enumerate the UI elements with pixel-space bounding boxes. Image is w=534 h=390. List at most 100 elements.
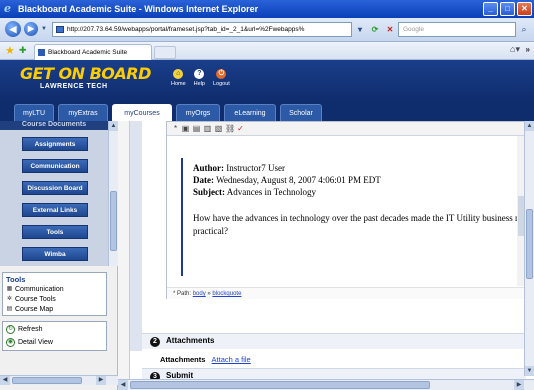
tab-myltu[interactable]: myLTU — [14, 104, 54, 121]
stop-icon[interactable]: ✕ — [384, 22, 396, 37]
tool-communication[interactable]: ▦ Communication — [6, 286, 64, 293]
course-menu-communication[interactable]: Communication — [22, 159, 88, 173]
tool-course-tools[interactable]: ✲ Course Tools — [6, 296, 56, 303]
add-favorites-icon[interactable]: ✚ — [19, 45, 27, 56]
search-icon[interactable]: ⌕ — [517, 22, 531, 37]
post-date: Date: Wednesday, August 8, 2007 4:06:01 … — [193, 175, 381, 185]
scroll-thumb[interactable] — [110, 191, 117, 251]
main-scroll-up-arrow-icon[interactable]: ▲ — [525, 121, 534, 131]
frame-divider[interactable] — [118, 121, 130, 390]
tab-scholar[interactable]: Scholar — [280, 104, 322, 121]
course-menu-header[interactable]: Course Documents — [0, 121, 108, 130]
course-sidebar: Course Documents Assignments Communicati… — [0, 121, 118, 390]
main-scroll-right-arrow-icon[interactable]: ▶ — [514, 380, 524, 390]
page-icon — [56, 26, 64, 33]
post-date-value: Wednesday, August 8, 2007 4:06:01 PM EDT — [216, 175, 381, 185]
tab-mycourses[interactable]: myCourses — [112, 104, 172, 121]
tools-panel: Tools ▦ Communication ✲ Course Tools ▤ C… — [2, 272, 107, 316]
tab-myextras[interactable]: myExtras — [58, 104, 108, 121]
path-blockquote-link[interactable]: blockquote — [212, 291, 241, 297]
asterisk-icon: * — [173, 124, 178, 133]
toolbar-overflow-icon[interactable]: » — [526, 45, 530, 54]
tab-myorgs[interactable]: myOrgs — [176, 104, 220, 121]
site-logo: GET ON BOARD — [20, 64, 151, 83]
course-menu-scrollbar[interactable]: ▲ — [108, 121, 118, 266]
path-body-link[interactable]: body — [193, 291, 206, 297]
new-tab-button[interactable] — [154, 46, 176, 59]
help-link-label: Help — [193, 81, 205, 87]
tool-course-tools-label: Course Tools — [15, 296, 56, 303]
attach-file-link[interactable]: Attach a file — [212, 355, 251, 364]
course-menu-assignments[interactable]: Assignments — [22, 137, 88, 151]
insert-file-icon[interactable]: ▥ — [203, 124, 212, 133]
refresh-link[interactable]: ↻ Refresh — [6, 325, 43, 334]
post-author-value: Instructor7 User — [226, 163, 285, 173]
scroll-up-arrow-icon[interactable]: ▲ — [109, 121, 118, 131]
recent-pages-chevron-icon[interactable]: ▼ — [41, 26, 47, 32]
refresh-link-label: Refresh — [18, 326, 43, 333]
course-menu-tools[interactable]: Tools — [22, 225, 88, 239]
browser-tab-blackboard[interactable]: Blackboard Academic Suite — [34, 44, 152, 60]
scroll-right-arrow-icon[interactable]: ▶ — [96, 376, 106, 385]
refresh-icon[interactable]: ⟳ — [369, 22, 381, 37]
insert-image-icon[interactable]: ▣ — [181, 124, 190, 133]
detail-view-link[interactable]: ◉ Detail View — [6, 338, 53, 347]
tool-communication-label: Communication — [15, 286, 64, 293]
sidebar-hscroll-thumb[interactable] — [12, 377, 82, 384]
insert-media-icon[interactable]: ▤ — [192, 124, 201, 133]
maximize-button[interactable]: □ — [500, 2, 515, 16]
main-hscroll-thumb[interactable] — [130, 381, 430, 389]
sidebar-horizontal-scrollbar[interactable]: ◀ ▶ — [0, 375, 118, 385]
minimize-button[interactable]: _ — [483, 2, 498, 16]
search-placeholder: Google — [403, 26, 424, 33]
window-controls: _ □ ✕ — [483, 2, 532, 16]
portal-tabs: myLTU myExtras myCourses myOrgs eLearnin… — [0, 102, 534, 121]
course-menu-discussion-board[interactable]: Discussion Board — [22, 181, 88, 195]
spell-check-icon[interactable]: ✓ — [236, 124, 245, 133]
home-link-label: Home — [171, 81, 186, 87]
path-separator: » — [207, 291, 211, 297]
url-input[interactable]: http://207.73.64.59/webapps/portal/frame… — [52, 22, 352, 37]
help-link[interactable]: ? Help — [194, 69, 205, 87]
content-margin-strip — [130, 121, 142, 351]
home-link[interactable]: ⌂ Home — [171, 69, 186, 87]
home-page-icon[interactable]: ⌂▾ — [510, 44, 520, 55]
main-vertical-scrollbar[interactable]: ▲ ▼ — [524, 121, 534, 376]
submit-step-number: 3 — [150, 372, 160, 379]
editor-toolbar: * ▣ ▤ ▥ ▧ ⛓ ✓ — [167, 122, 525, 136]
tool-course-map[interactable]: ▤ Course Map — [6, 306, 53, 313]
search-input[interactable]: Google — [398, 22, 516, 37]
forward-button[interactable]: ▶ — [24, 22, 38, 36]
scroll-left-arrow-icon[interactable]: ◀ — [0, 376, 10, 385]
close-button[interactable]: ✕ — [517, 2, 532, 16]
insert-document-icon[interactable]: ▧ — [214, 124, 223, 133]
quick-links: ⌂ Home ? Help ⏻ Logout — [171, 69, 230, 87]
editor-path-bar: * Path: body » blockquote — [167, 287, 525, 299]
address-bar: ◀ ▶ ▼ http://207.73.64.59/webapps/portal… — [0, 18, 534, 42]
logout-link-label: Logout — [212, 81, 230, 87]
favorites-star-icon[interactable]: ★ — [5, 44, 15, 57]
back-button[interactable]: ◀ — [5, 21, 21, 37]
submit-section-header: 3 Submit — [142, 368, 526, 379]
logout-icon: ⏻ — [216, 69, 227, 79]
logout-link[interactable]: ⏻ Logout — [213, 69, 230, 87]
insert-link-icon[interactable]: ⛓ — [225, 124, 235, 133]
window-title: Blackboard Academic Suite - Windows Inte… — [18, 4, 259, 14]
post-author-label: Author: — [193, 163, 224, 173]
main-scroll-left-arrow-icon[interactable]: ◀ — [118, 380, 128, 390]
main-vscroll-thumb[interactable] — [526, 209, 533, 279]
attachments-step-number: 2 — [150, 337, 160, 347]
main-scroll-down-arrow-icon[interactable]: ▼ — [525, 366, 534, 376]
tab-elearning[interactable]: eLearning — [224, 104, 276, 121]
quoted-post[interactable]: Author: Instructor7 User Date: Wednesday… — [181, 158, 522, 276]
text-editor: * ▣ ▤ ▥ ▧ ⛓ ✓ Author: Instructor7 User D… — [166, 121, 526, 299]
submit-section-title: Submit — [166, 371, 194, 379]
course-menu-wimba[interactable]: Wimba — [22, 247, 88, 261]
post-author: Author: Instructor7 User — [193, 163, 285, 173]
course-menu-external-links[interactable]: External Links — [22, 203, 88, 217]
post-date-label: Date: — [193, 175, 214, 185]
url-dropdown-chevron-icon[interactable]: ▾ — [354, 22, 366, 37]
attachments-row: Attachments Attach a file — [160, 355, 251, 364]
main-horizontal-scrollbar[interactable]: ◀ ▶ — [118, 379, 534, 390]
course-menu: Course Documents Assignments Communicati… — [0, 121, 108, 266]
